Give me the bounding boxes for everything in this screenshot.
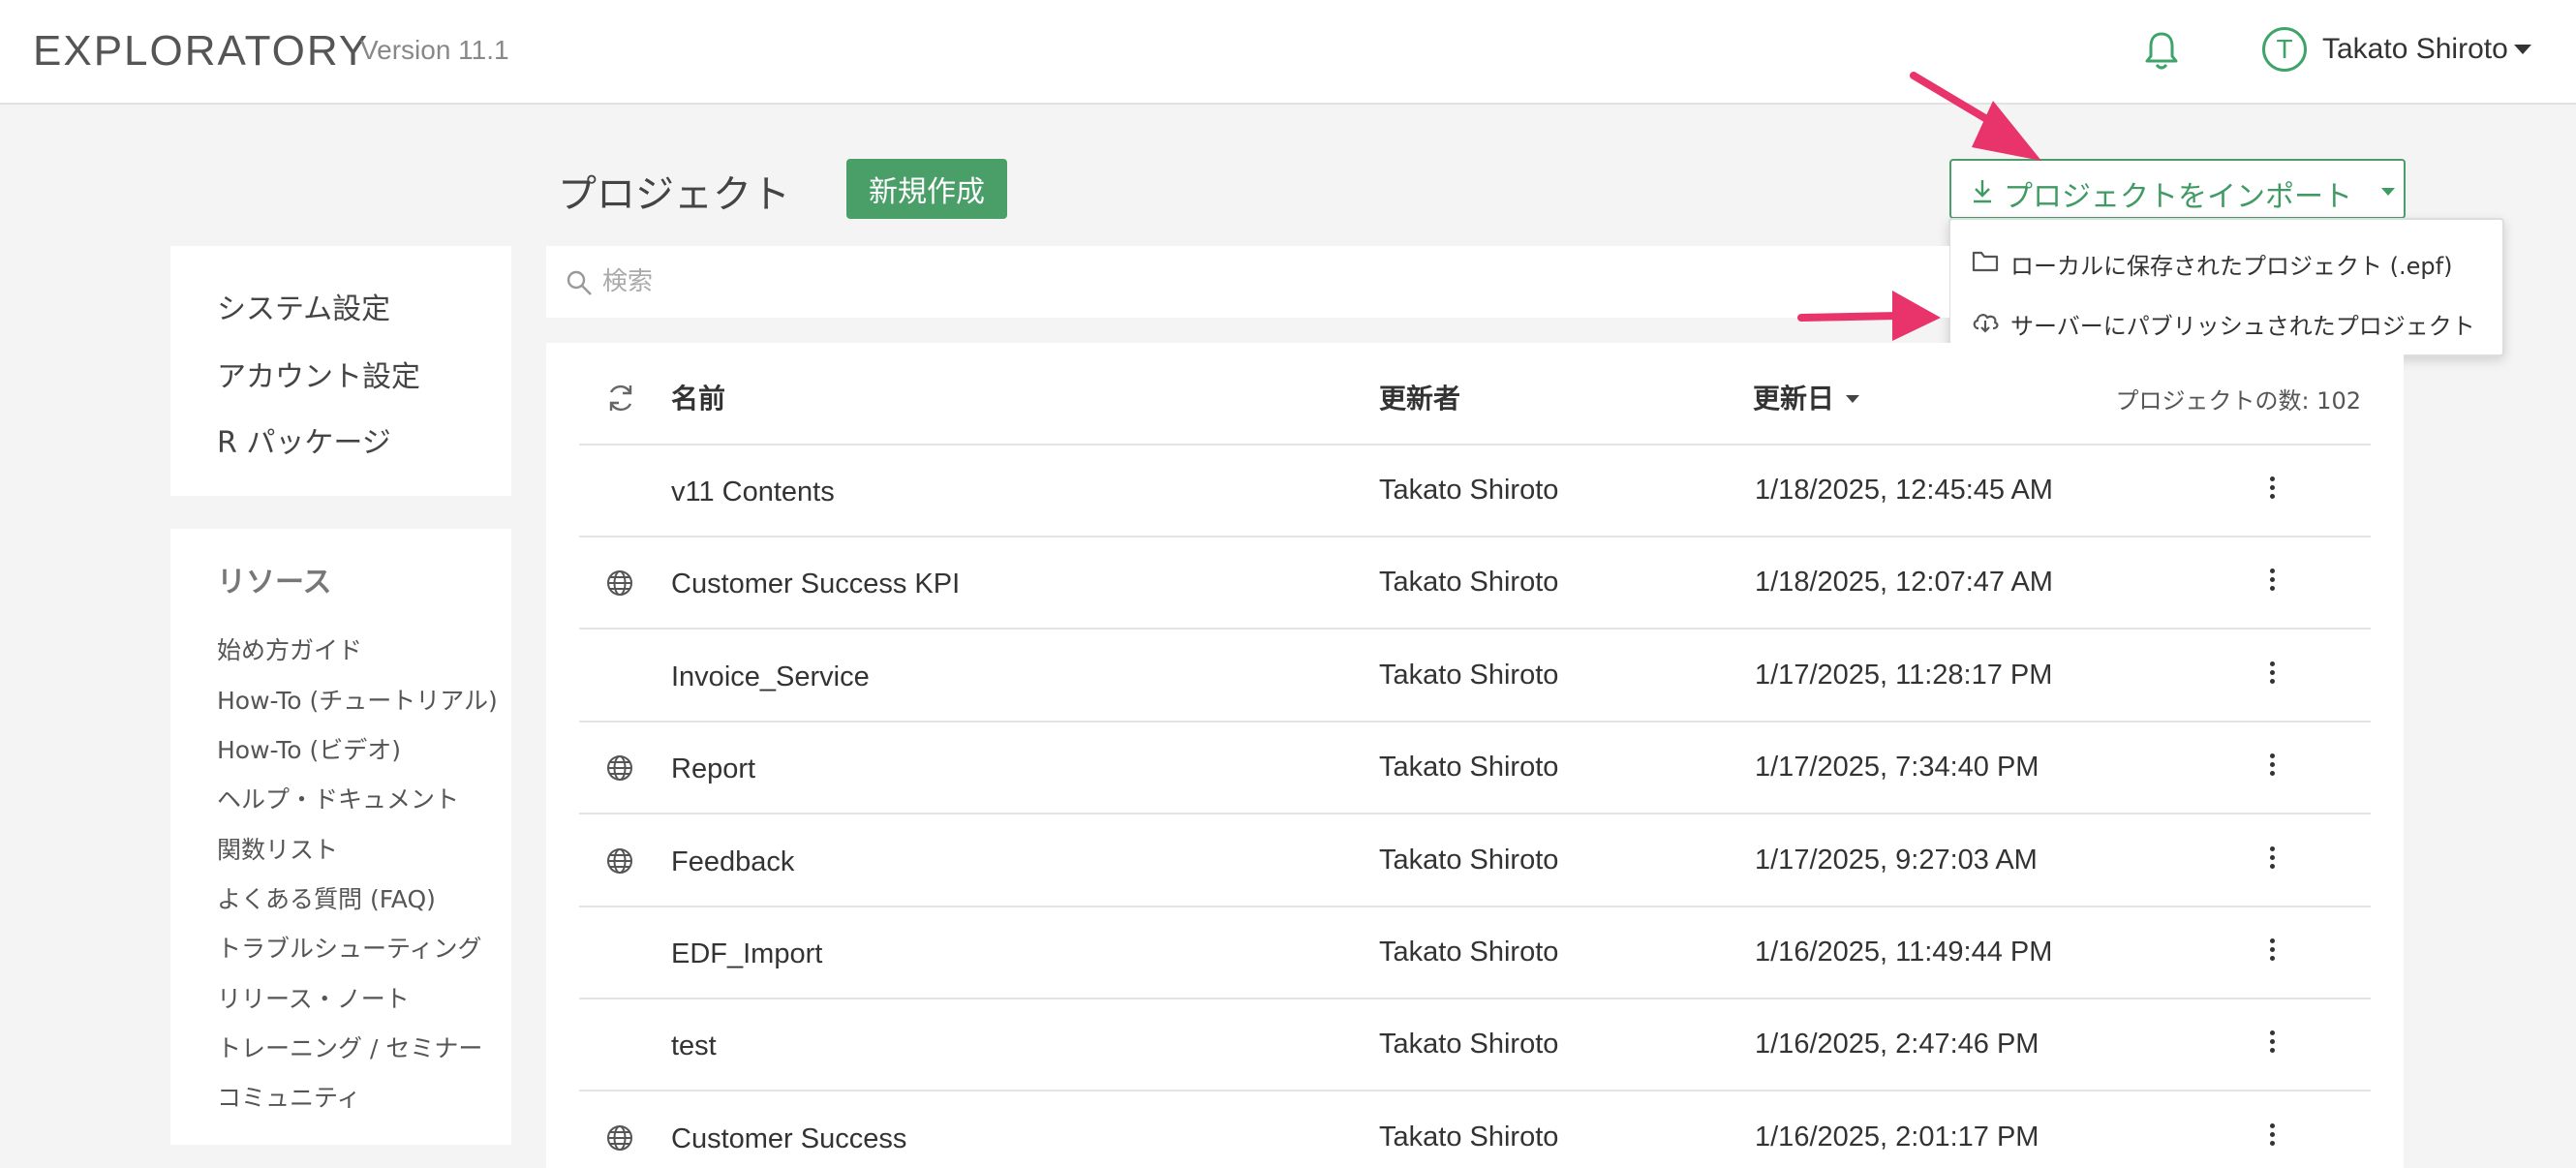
sidebar-item-system-settings[interactable]: システム設定 bbox=[217, 285, 390, 327]
sidebar-resource-link[interactable]: How-To (チュートリアル) bbox=[217, 682, 498, 717]
user-menu-caret-icon[interactable] bbox=[2514, 45, 2531, 54]
table-row[interactable]: Invoice_Service Takato Shiroto 1/17/2025, … bbox=[579, 630, 2371, 722]
project-updated-by: Takato Shiroto bbox=[1379, 1029, 1559, 1060]
project-name[interactable]: Customer Success bbox=[671, 1123, 906, 1155]
table-row[interactable]: v11 Contents Takato Shiroto 1/18/2025, 12:… bbox=[579, 446, 2371, 537]
table-row[interactable]: EDF_Import Takato Shiroto 1/16/2025, 11:49… bbox=[579, 907, 2371, 999]
search-input[interactable] bbox=[602, 260, 1939, 304]
table-row[interactable]: Customer Success Takato Shiroto 1/16/2025,… bbox=[579, 1092, 2371, 1168]
project-updated-by: Takato Shiroto bbox=[1379, 1122, 1559, 1153]
globe-icon bbox=[607, 848, 632, 874]
refresh-icon[interactable] bbox=[604, 382, 637, 415]
column-header-updated-at[interactable]: 更新日 bbox=[1753, 378, 1834, 416]
more-options-icon[interactable] bbox=[2264, 750, 2280, 783]
project-name[interactable]: test bbox=[671, 1030, 717, 1062]
sidebar-resource-link[interactable]: How-To (ビデオ) bbox=[217, 731, 401, 766]
project-name[interactable]: Report bbox=[671, 753, 755, 785]
app-version: Version 11.1 bbox=[360, 35, 509, 65]
app-logo[interactable]: EXPLORATORY bbox=[33, 27, 369, 76]
table-row[interactable]: Feedback Takato Shiroto 1/17/2025, 9:27:03… bbox=[579, 815, 2371, 907]
table-row[interactable]: Customer Success KPI Takato Shiroto 1/18/2… bbox=[579, 538, 2371, 629]
globe-icon bbox=[607, 1125, 632, 1151]
project-count: プロジェクトの数: 102 bbox=[2115, 387, 2361, 415]
search-icon bbox=[567, 270, 592, 295]
project-updated-by: Takato Shiroto bbox=[1379, 937, 1559, 968]
project-name[interactable]: EDF_Import bbox=[671, 938, 822, 970]
download-icon bbox=[1974, 180, 1991, 203]
sidebar-resource-link[interactable]: コミュニティ bbox=[217, 1079, 361, 1114]
user-name[interactable]: Takato Shiroto bbox=[2322, 33, 2508, 66]
sidebar-resource-link[interactable]: トラブルシューティング bbox=[217, 930, 482, 965]
project-name[interactable]: Feedback bbox=[671, 846, 794, 878]
table-row[interactable]: Report Takato Shiroto 1/17/2025, 7:34:40 P… bbox=[579, 722, 2371, 814]
project-updated-by: Takato Shiroto bbox=[1379, 752, 1559, 783]
sort-desc-icon[interactable] bbox=[1846, 395, 1859, 403]
table-row[interactable]: test Takato Shiroto 1/16/2025, 2:47:46 PM bbox=[579, 999, 2371, 1091]
project-updated-at: 1/17/2025, 7:34:40 PM bbox=[1755, 752, 2039, 783]
project-updated-at: 1/17/2025, 11:28:17 PM bbox=[1755, 660, 2053, 691]
project-updated-at: 1/18/2025, 12:07:47 AM bbox=[1755, 567, 2053, 598]
cloud-download-icon bbox=[1973, 314, 1999, 333]
sidebar-resource-link[interactable]: トレーニング / セミナー bbox=[217, 1030, 482, 1064]
import-server-published-label: サーバーにパブリッシュされたプロジェクト bbox=[2010, 313, 2475, 340]
more-options-icon[interactable] bbox=[2264, 935, 2280, 968]
top-bar: EXPLORATORY Version 11.1 T Takato Shirot… bbox=[0, 0, 2576, 105]
user-avatar[interactable]: T bbox=[2262, 27, 2307, 72]
globe-icon bbox=[607, 570, 632, 596]
sidebar-resource-link[interactable]: ヘルプ・ドキュメント bbox=[217, 781, 459, 815]
project-updated-by: Takato Shiroto bbox=[1379, 475, 1559, 506]
folder-icon bbox=[1972, 251, 1999, 272]
import-dropdown-menu: ローカルに保存されたプロジェクト (.epf) サーバーにパブリッシュされたプロ… bbox=[1948, 218, 2504, 356]
more-options-icon[interactable] bbox=[2264, 658, 2280, 691]
project-updated-at: 1/16/2025, 11:49:44 PM bbox=[1755, 937, 2053, 968]
sidebar-item-account-settings[interactable]: アカウント設定 bbox=[217, 353, 420, 395]
globe-icon bbox=[607, 755, 632, 781]
import-server-published-item[interactable]: サーバーにパブリッシュされたプロジェクト bbox=[1950, 293, 2502, 348]
row-divider bbox=[579, 628, 2371, 630]
project-updated-at: 1/17/2025, 9:27:03 AM bbox=[1755, 845, 2038, 876]
column-header-updated-by[interactable]: 更新者 bbox=[1379, 378, 1460, 416]
more-options-icon[interactable] bbox=[2264, 1120, 2280, 1153]
import-local-epf-item[interactable]: ローカルに保存されたプロジェクト (.epf) bbox=[1950, 233, 2502, 288]
import-local-epf-label: ローカルに保存されたプロジェクト (.epf) bbox=[2010, 253, 2453, 280]
sidebar-resource-link[interactable]: リリース・ノート bbox=[217, 980, 410, 1015]
new-project-button[interactable]: 新規作成 bbox=[846, 159, 1007, 219]
more-options-icon[interactable] bbox=[2264, 473, 2280, 506]
import-project-label: プロジェクトをインポート bbox=[2004, 180, 2352, 214]
project-name[interactable]: v11 Contents bbox=[671, 476, 835, 508]
more-options-icon[interactable] bbox=[2264, 565, 2280, 598]
project-updated-by: Takato Shiroto bbox=[1379, 567, 1559, 598]
more-options-icon[interactable] bbox=[2264, 1027, 2280, 1060]
import-project-button[interactable]: プロジェクトをインポート bbox=[1949, 159, 2406, 219]
project-updated-at: 1/16/2025, 2:47:46 PM bbox=[1755, 1029, 2039, 1060]
project-updated-at: 1/18/2025, 12:45:45 AM bbox=[1755, 475, 2053, 506]
more-options-icon[interactable] bbox=[2264, 843, 2280, 876]
bell-icon[interactable] bbox=[2142, 29, 2181, 72]
project-updated-by: Takato Shiroto bbox=[1379, 845, 1559, 876]
sidebar-item-r-packages[interactable]: R パッケージ bbox=[217, 418, 391, 461]
sidebar-resource-link[interactable]: 関数リスト bbox=[217, 831, 338, 866]
project-updated-by: Takato Shiroto bbox=[1379, 660, 1559, 691]
column-header-name[interactable]: 名前 bbox=[671, 378, 725, 416]
project-name[interactable]: Customer Success KPI bbox=[671, 569, 960, 600]
row-divider bbox=[579, 813, 2371, 815]
chevron-down-icon bbox=[2381, 188, 2395, 196]
page-title: プロジェクト bbox=[558, 173, 790, 216]
row-divider bbox=[579, 1090, 2371, 1091]
sidebar-resource-link[interactable]: 始め方ガイド bbox=[217, 631, 362, 666]
project-updated-at: 1/16/2025, 2:01:17 PM bbox=[1755, 1122, 2039, 1153]
sidebar-resource-link[interactable]: よくある質問 (FAQ) bbox=[217, 880, 436, 915]
sidebar-resources-title: リソース bbox=[217, 566, 332, 599]
project-name[interactable]: Invoice_Service bbox=[671, 661, 870, 693]
